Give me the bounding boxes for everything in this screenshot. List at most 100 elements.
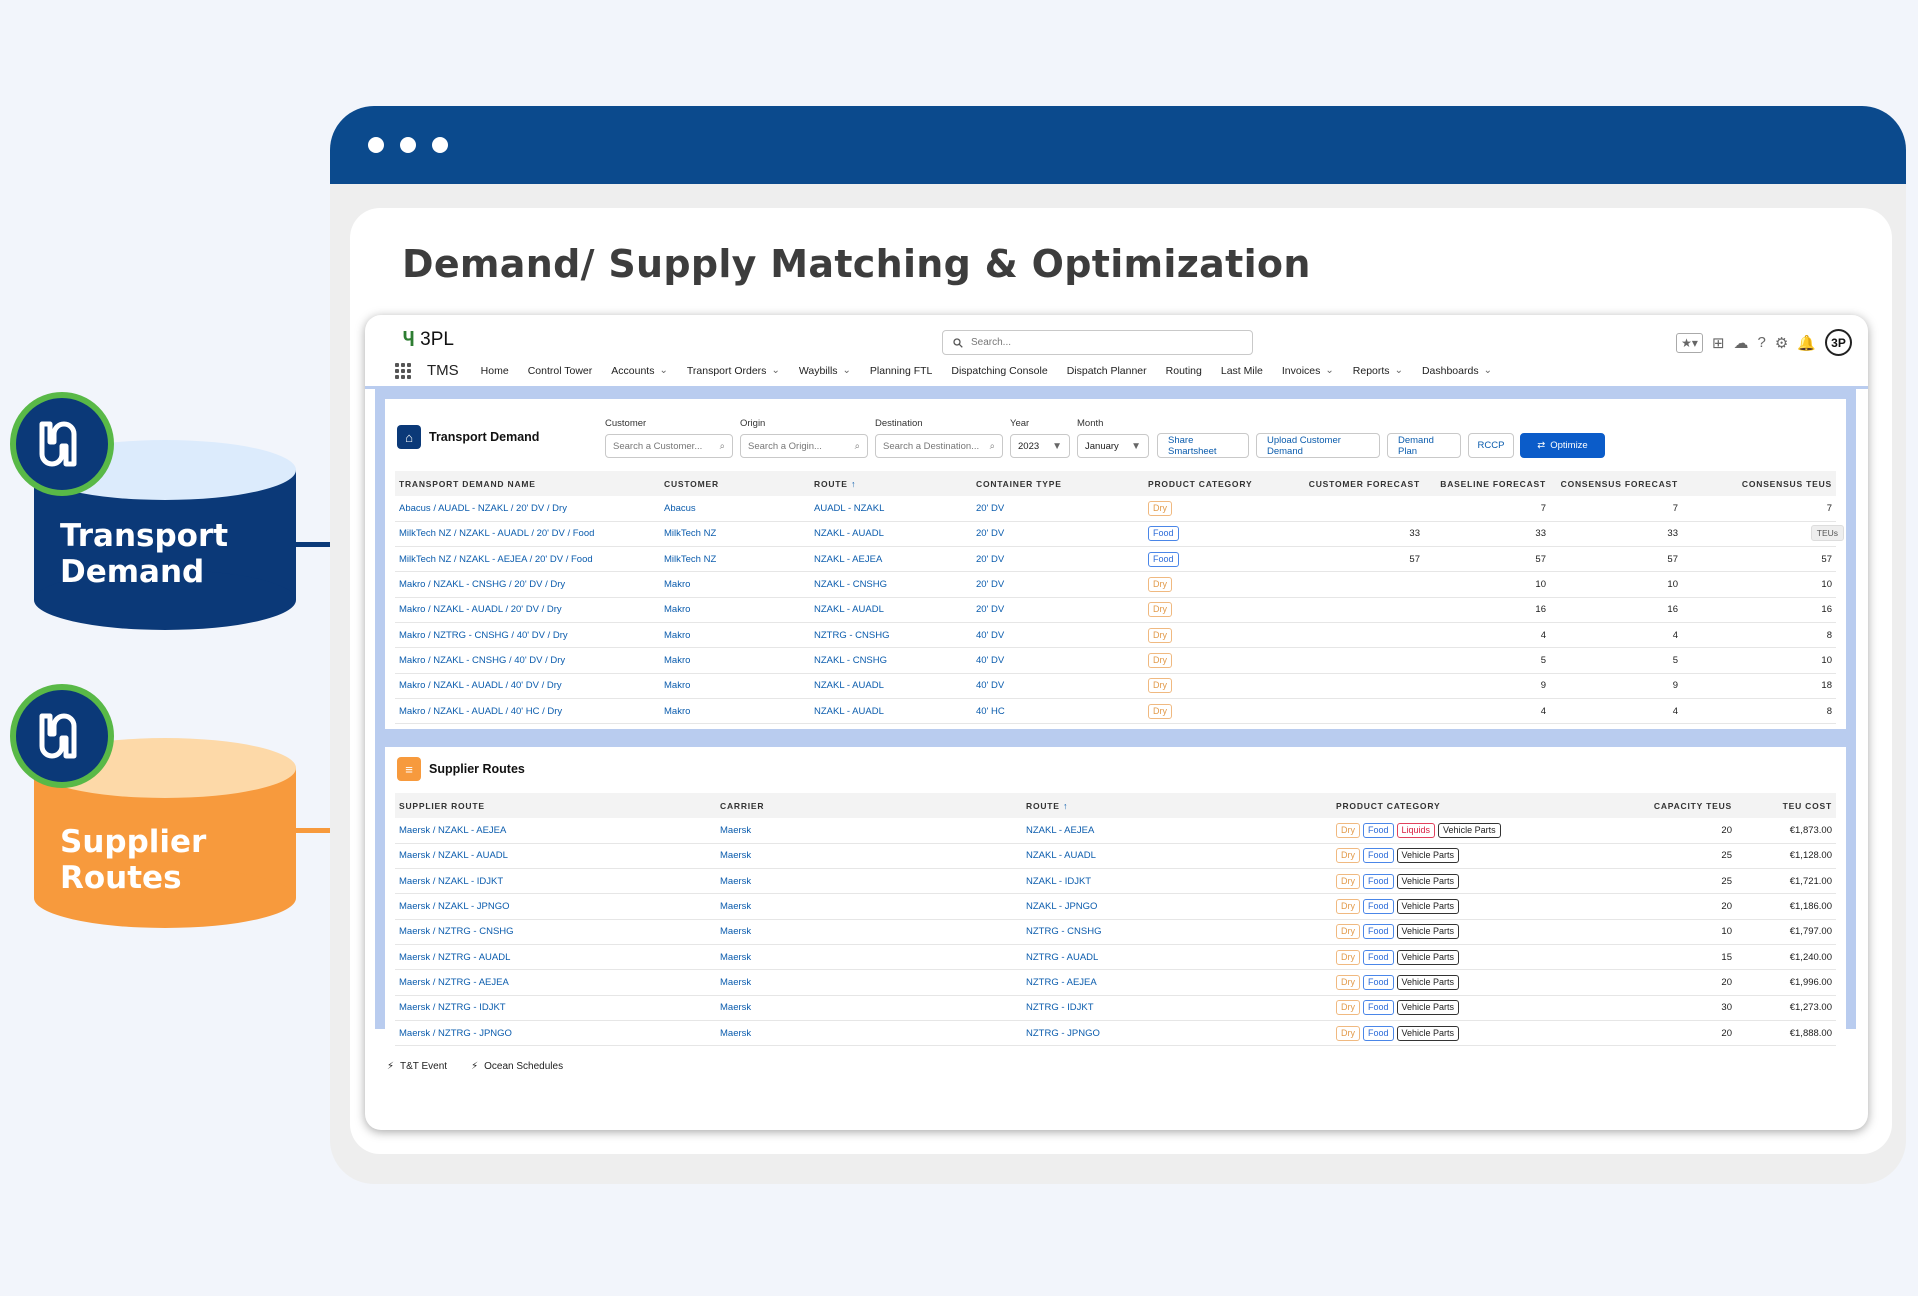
column-header[interactable]: CUSTOMER FORECAST [1294, 471, 1424, 496]
route-link[interactable]: NZAKL - IDJKT [1022, 868, 1332, 895]
customer-link[interactable]: Makro [660, 597, 810, 623]
carrier-link[interactable]: Maersk [716, 893, 1022, 920]
route-link[interactable]: NZAKL - AUADL [1022, 843, 1332, 870]
column-header[interactable]: TEU COST [1736, 793, 1836, 818]
supplier-route-link[interactable]: Maersk / NZTRG - IDJKT [395, 995, 716, 1021]
customer-link[interactable]: MilkTech NZ [660, 546, 810, 573]
column-header[interactable]: PRODUCT CATEGORY [1332, 793, 1624, 818]
star-icon[interactable]: ★▾ [1676, 332, 1703, 353]
column-header[interactable]: CONSENSUS FORECAST [1550, 471, 1682, 496]
origin-search-input[interactable]: Search a Origin... ⌕ [740, 434, 868, 458]
cloud-icon[interactable]: ☁ [1734, 334, 1749, 352]
sort-ascending-icon[interactable]: ↑ [1060, 801, 1069, 811]
column-header[interactable]: CONTAINER TYPE [972, 471, 1144, 496]
container-type-link[interactable]: 40' DV [972, 647, 1144, 674]
chevron-down-icon[interactable]: ⌄ [1484, 365, 1492, 376]
customer-link[interactable]: Makro [660, 673, 810, 699]
route-link[interactable]: NZTRG - CNSHG [810, 622, 972, 649]
column-header[interactable]: CARRIER [716, 793, 1022, 818]
help-icon[interactable]: ? [1758, 334, 1766, 351]
nav-item-invoices[interactable]: Invoices ⌄ [1282, 365, 1334, 377]
demand-name-link[interactable]: MilkTech NZ / NZAKL - AUADL / 20' DV / F… [395, 521, 660, 548]
chevron-down-icon[interactable]: ⌄ [1325, 365, 1333, 376]
nav-item-dispatch-planner[interactable]: Dispatch Planner [1067, 365, 1147, 377]
route-link[interactable]: NZTRG - IDJKT [1022, 995, 1332, 1021]
route-link[interactable]: NZTRG - AEJEA [1022, 969, 1332, 996]
container-type-link[interactable]: 20' DV [972, 496, 1144, 522]
supplier-route-link[interactable]: Maersk / NZTRG - CNSHG [395, 919, 716, 945]
column-header[interactable]: CAPACITY TEUS [1624, 793, 1736, 818]
column-header[interactable]: PRODUCT CATEGORY [1144, 471, 1294, 496]
supplier-route-link[interactable]: Maersk / NZTRG - AUADL [395, 944, 716, 971]
chevron-down-icon[interactable]: ⌄ [771, 365, 779, 376]
route-link[interactable]: NZAKL - JPNGO [1022, 893, 1332, 920]
year-select[interactable]: 2023 ▼ [1010, 434, 1070, 458]
carrier-link[interactable]: Maersk [716, 995, 1022, 1021]
utility-item-t-t-event[interactable]: ⚡ T&T Event [387, 1061, 447, 1072]
supplier-route-link[interactable]: Maersk / NZTRG - JPNGO [395, 1020, 716, 1047]
column-header[interactable]: SUPPLIER ROUTE [395, 793, 716, 818]
customer-link[interactable]: Makro [660, 622, 810, 649]
demand-name-link[interactable]: Makro / NZAKL - AUADL / 40' DV / Dry [395, 673, 660, 699]
carrier-link[interactable]: Maersk [716, 868, 1022, 895]
carrier-link[interactable]: Maersk [716, 1020, 1022, 1047]
route-link[interactable]: AUADL - NZAKL [810, 496, 972, 522]
gear-icon[interactable]: ⚙ [1775, 334, 1788, 352]
nav-item-accounts[interactable]: Accounts ⌄ [611, 365, 668, 377]
demand-name-link[interactable]: Makro / NZAKL - AUADL / 40' HC / Dry [395, 698, 660, 725]
route-link[interactable]: NZAKL - AEJEA [810, 546, 972, 573]
customer-search-input[interactable]: Search a Customer... ⌕ [605, 434, 733, 458]
route-link[interactable]: NZAKL - AEJEA [1022, 818, 1332, 844]
route-link[interactable]: NZTRG - CNSHG [1022, 919, 1332, 945]
global-search-input[interactable]: Search... [942, 330, 1253, 355]
avatar[interactable]: 3P [1825, 329, 1852, 356]
container-type-link[interactable]: 40' DV [972, 622, 1144, 649]
optimize-button[interactable]: ⇄ Optimize [1520, 433, 1605, 458]
bell-icon[interactable]: 🔔 [1797, 334, 1816, 352]
route-link[interactable]: NZAKL - AUADL [810, 521, 972, 548]
column-header[interactable]: CUSTOMER [660, 471, 810, 496]
nav-item-dashboards[interactable]: Dashboards ⌄ [1422, 365, 1492, 377]
month-select[interactable]: January ▼ [1077, 434, 1149, 458]
carrier-link[interactable]: Maersk [716, 818, 1022, 844]
route-link[interactable]: NZAKL - AUADL [810, 597, 972, 623]
carrier-link[interactable]: Maersk [716, 969, 1022, 996]
column-header[interactable]: ROUTE ↑ [810, 471, 972, 496]
column-header[interactable]: ROUTE ↑ [1022, 793, 1332, 818]
demand-name-link[interactable]: Abacus / AUADL - NZAKL / 20' DV / Dry [395, 496, 660, 522]
nav-item-last-mile[interactable]: Last Mile [1221, 365, 1263, 377]
nav-item-control-tower[interactable]: Control Tower [528, 365, 593, 377]
chevron-down-icon[interactable]: ⌄ [659, 365, 667, 376]
demand-plan-button[interactable]: Demand Plan [1387, 433, 1461, 458]
rccp-button[interactable]: RCCP [1468, 433, 1514, 458]
utility-item-ocean-schedules[interactable]: ⚡ Ocean Schedules [471, 1061, 563, 1072]
supplier-route-link[interactable]: Maersk / NZAKL - IDJKT [395, 868, 716, 895]
plus-icon[interactable]: ⊞ [1712, 334, 1725, 352]
supplier-route-link[interactable]: Maersk / NZAKL - AEJEA [395, 818, 716, 844]
carrier-link[interactable]: Maersk [716, 843, 1022, 870]
container-type-link[interactable]: 40' HC [972, 698, 1144, 725]
chevron-down-icon[interactable]: ⌄ [1395, 365, 1403, 376]
sort-ascending-icon[interactable]: ↑ [848, 479, 857, 489]
app-launcher-icon[interactable] [395, 362, 411, 379]
customer-link[interactable]: MilkTech NZ [660, 521, 810, 548]
demand-name-link[interactable]: Makro / NZAKL - CNSHG / 20' DV / Dry [395, 571, 660, 598]
route-link[interactable]: NZAKL - AUADL [810, 673, 972, 699]
column-header[interactable]: CONSENSUS TEUS [1682, 471, 1836, 496]
route-link[interactable]: NZAKL - AUADL [810, 698, 972, 725]
container-type-link[interactable]: 40' DV [972, 673, 1144, 699]
chevron-down-icon[interactable]: ⌄ [843, 365, 851, 376]
destination-search-input[interactable]: Search a Destination... ⌕ [875, 434, 1003, 458]
customer-link[interactable]: Makro [660, 647, 810, 674]
container-type-link[interactable]: 20' DV [972, 571, 1144, 598]
nav-item-waybills[interactable]: Waybills ⌄ [799, 365, 851, 377]
nav-item-dispatching-console[interactable]: Dispatching Console [951, 365, 1047, 377]
route-link[interactable]: NZTRG - AUADL [1022, 944, 1332, 971]
container-type-link[interactable]: 20' DV [972, 546, 1144, 573]
column-header[interactable]: TRANSPORT DEMAND NAME [395, 471, 660, 496]
supplier-route-link[interactable]: Maersk / NZAKL - JPNGO [395, 893, 716, 920]
customer-link[interactable]: Makro [660, 698, 810, 725]
supplier-route-link[interactable]: Maersk / NZAKL - AUADL [395, 843, 716, 870]
customer-link[interactable]: Makro [660, 571, 810, 598]
demand-name-link[interactable]: MilkTech NZ / NZAKL - AEJEA / 20' DV / F… [395, 546, 660, 573]
